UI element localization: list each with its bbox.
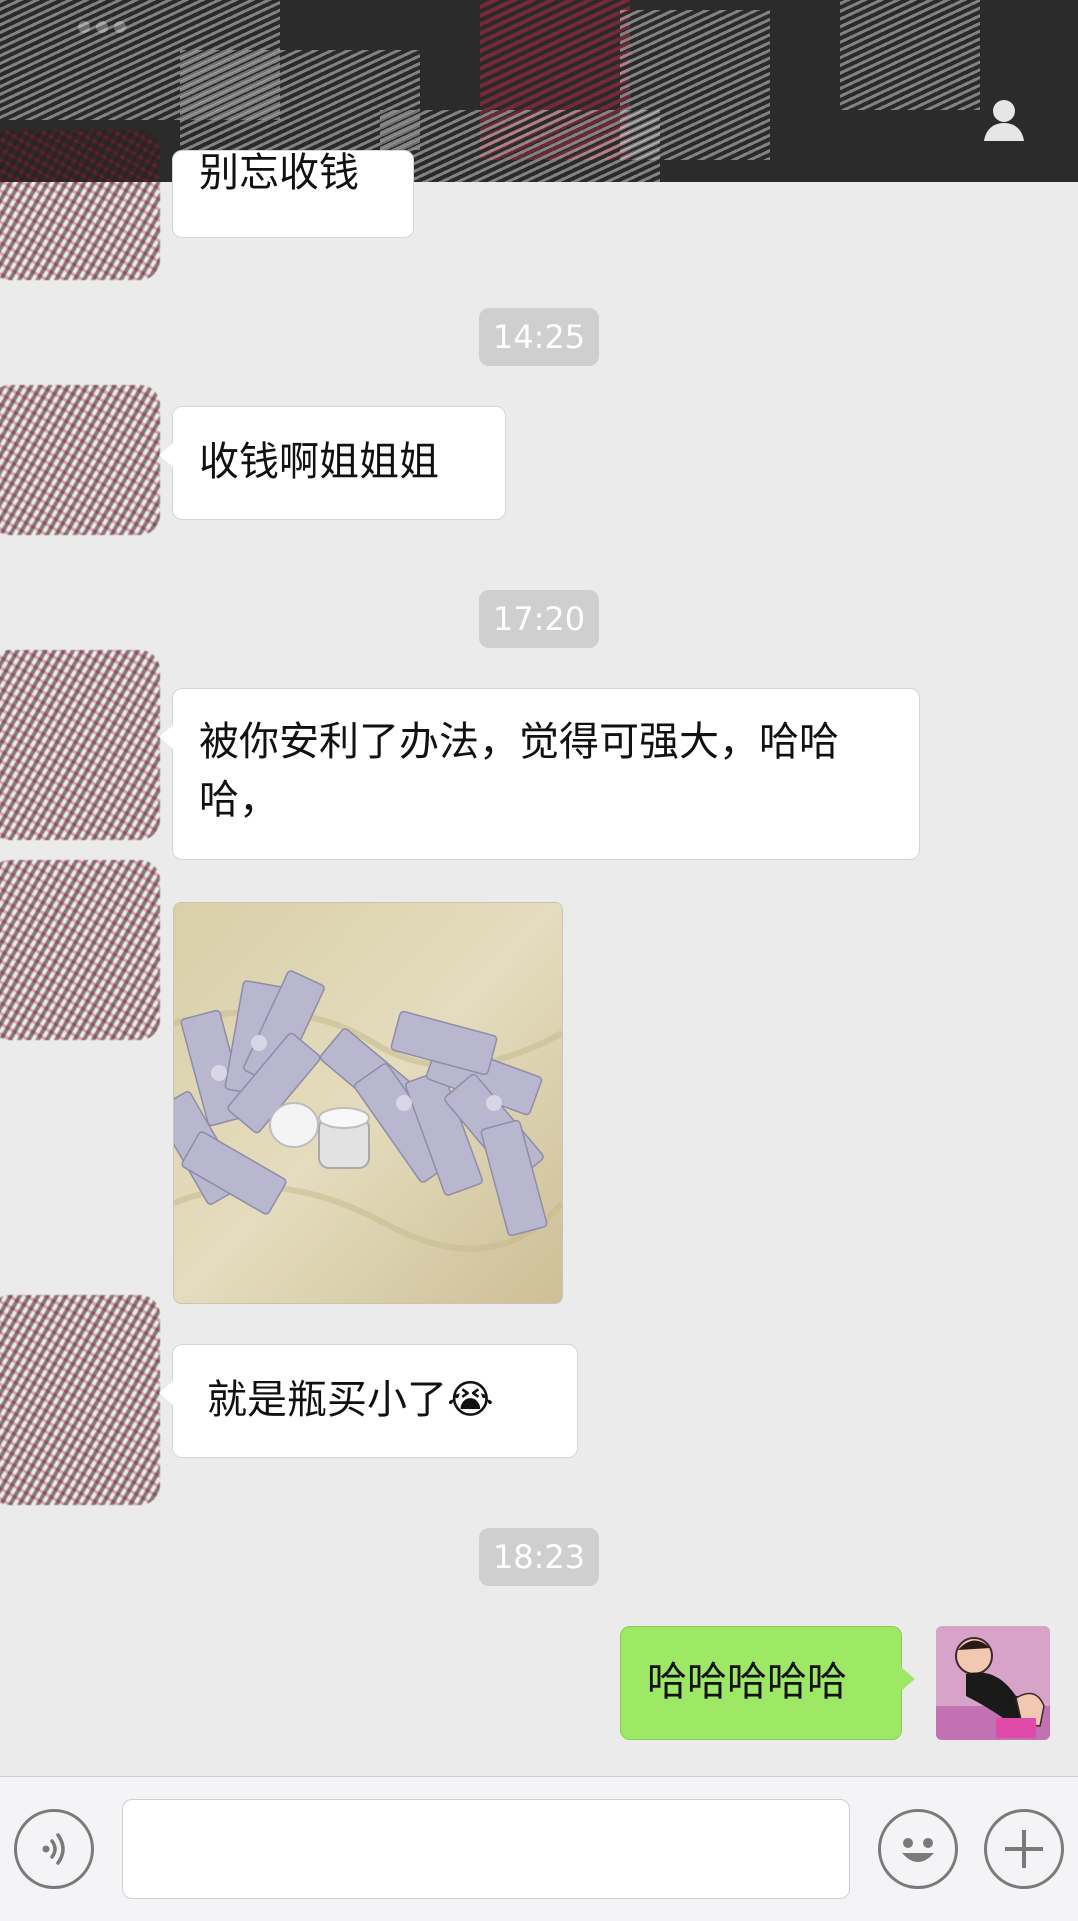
crying-emoji-icon: 😭 — [447, 1377, 494, 1423]
cartoon-avatar-icon — [936, 1626, 1050, 1740]
timestamp: 14:25 — [479, 308, 599, 366]
message-bubble[interactable]: 被你安利了办法，觉得可强大，哈哈哈， — [159, 688, 920, 860]
message-bubble-sent[interactable]: 哈哈哈哈哈 — [620, 1626, 915, 1740]
emoji-icon — [902, 1838, 934, 1862]
message-text: 别忘收钱 — [199, 150, 359, 196]
input-bar — [0, 1776, 1078, 1921]
redaction-scribble — [840, 0, 980, 110]
my-avatar[interactable] — [936, 1626, 1050, 1740]
avatar[interactable] — [0, 650, 160, 840]
avatar[interactable] — [0, 130, 160, 280]
message-text: 哈哈哈哈哈 — [647, 1659, 847, 1705]
message-bubble[interactable]: 收钱啊姐姐姐 — [159, 406, 506, 520]
timestamp: 18:23 — [479, 1528, 599, 1586]
voice-icon — [42, 1833, 65, 1865]
plus-icon — [1005, 1830, 1043, 1868]
message-text: 被你安利了办法，觉得可强大，哈哈哈， — [199, 719, 839, 823]
message-bubble[interactable]: 就是瓶买小了😭 — [159, 1344, 578, 1458]
message-text: 就是瓶买小了 — [207, 1377, 447, 1423]
message-input[interactable] — [122, 1799, 850, 1899]
photo-icon — [174, 903, 562, 1303]
redaction-scribble — [380, 110, 660, 182]
chat-header — [0, 0, 1078, 182]
voice-button[interactable] — [14, 1809, 94, 1889]
plus-button[interactable] — [984, 1809, 1064, 1889]
avatar[interactable] — [0, 860, 160, 1040]
person-icon[interactable] — [980, 95, 1028, 143]
timestamp: 17:20 — [479, 590, 599, 648]
message-text: 收钱啊姐姐姐 — [199, 439, 439, 485]
emoji-button[interactable] — [878, 1809, 958, 1889]
photo-message[interactable] — [173, 902, 563, 1304]
avatar[interactable] — [0, 385, 160, 535]
avatar[interactable] — [0, 1295, 160, 1505]
message-bubble[interactable]: 别忘收钱 — [172, 150, 414, 238]
